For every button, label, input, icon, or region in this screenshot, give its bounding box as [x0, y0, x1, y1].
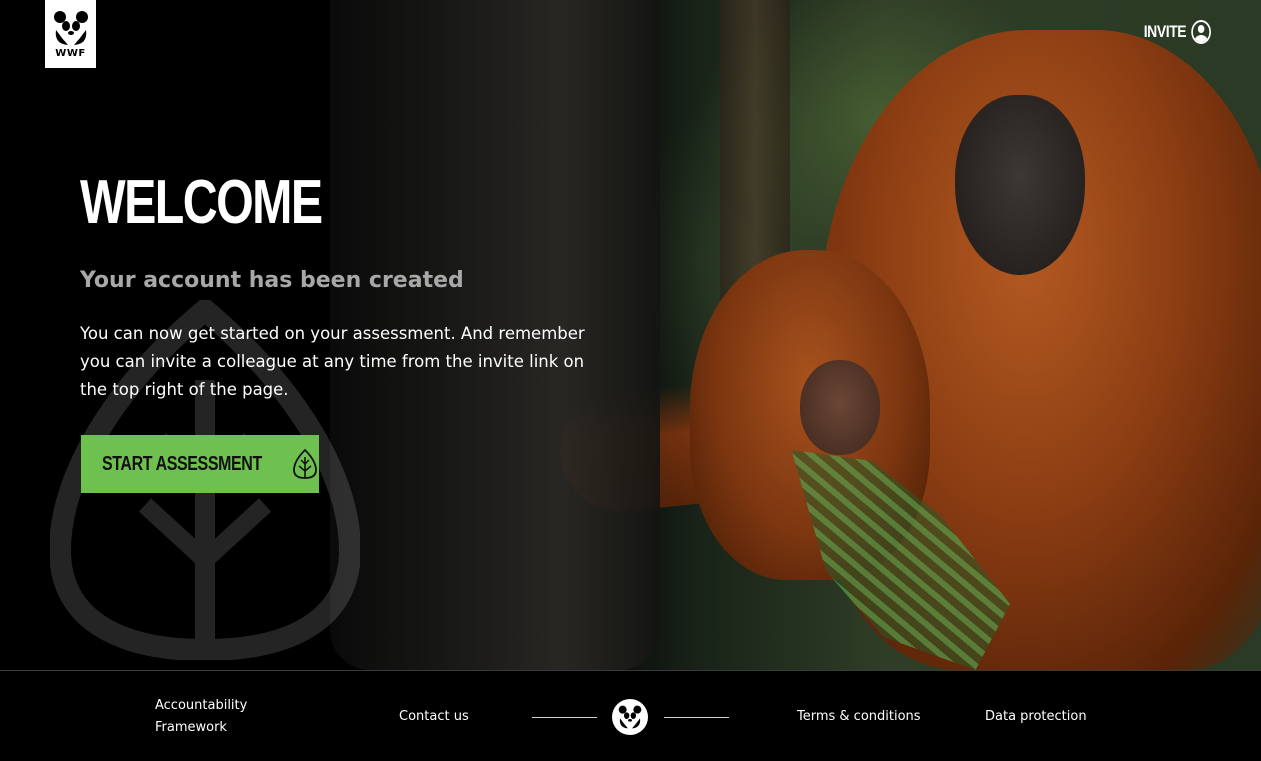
page-subtitle: Your account has been created [80, 268, 464, 293]
intro-text: You can now get started on your assessme… [80, 324, 585, 399]
start-assessment-label: START ASSESSMENT [102, 452, 262, 475]
footer-divider-right [664, 717, 729, 718]
invite-label: INVITE [1143, 22, 1187, 41]
footer-link-contact[interactable]: Contact us [399, 706, 469, 728]
logo-text: WWF [55, 47, 86, 59]
baby-orangutan-face-image [800, 360, 880, 455]
panda-logo-icon [53, 10, 88, 45]
footer-logo[interactable] [612, 699, 648, 735]
footer-link-data-protection[interactable]: Data protection [985, 706, 1087, 728]
start-assessment-button[interactable]: START ASSESSMENT [81, 435, 319, 493]
page-title: WELCOME [80, 168, 323, 237]
footer-accountability-line2: Framework [155, 720, 227, 735]
user-icon [1191, 20, 1211, 44]
footer-link-terms[interactable]: Terms & conditions [797, 706, 921, 728]
wwf-logo[interactable]: WWF [45, 0, 96, 68]
leaf-icon [292, 448, 317, 479]
footer: Accountability Framework Contact us Term… [0, 670, 1261, 761]
invite-link[interactable]: INVITE [1144, 20, 1211, 44]
panda-footer-icon [618, 705, 642, 729]
footer-link-accountability-framework[interactable]: Accountability Framework [155, 695, 275, 739]
adult-orangutan-face-image [955, 95, 1085, 275]
footer-accountability-line1: Accountability [155, 698, 248, 713]
footer-divider-left [532, 717, 597, 718]
